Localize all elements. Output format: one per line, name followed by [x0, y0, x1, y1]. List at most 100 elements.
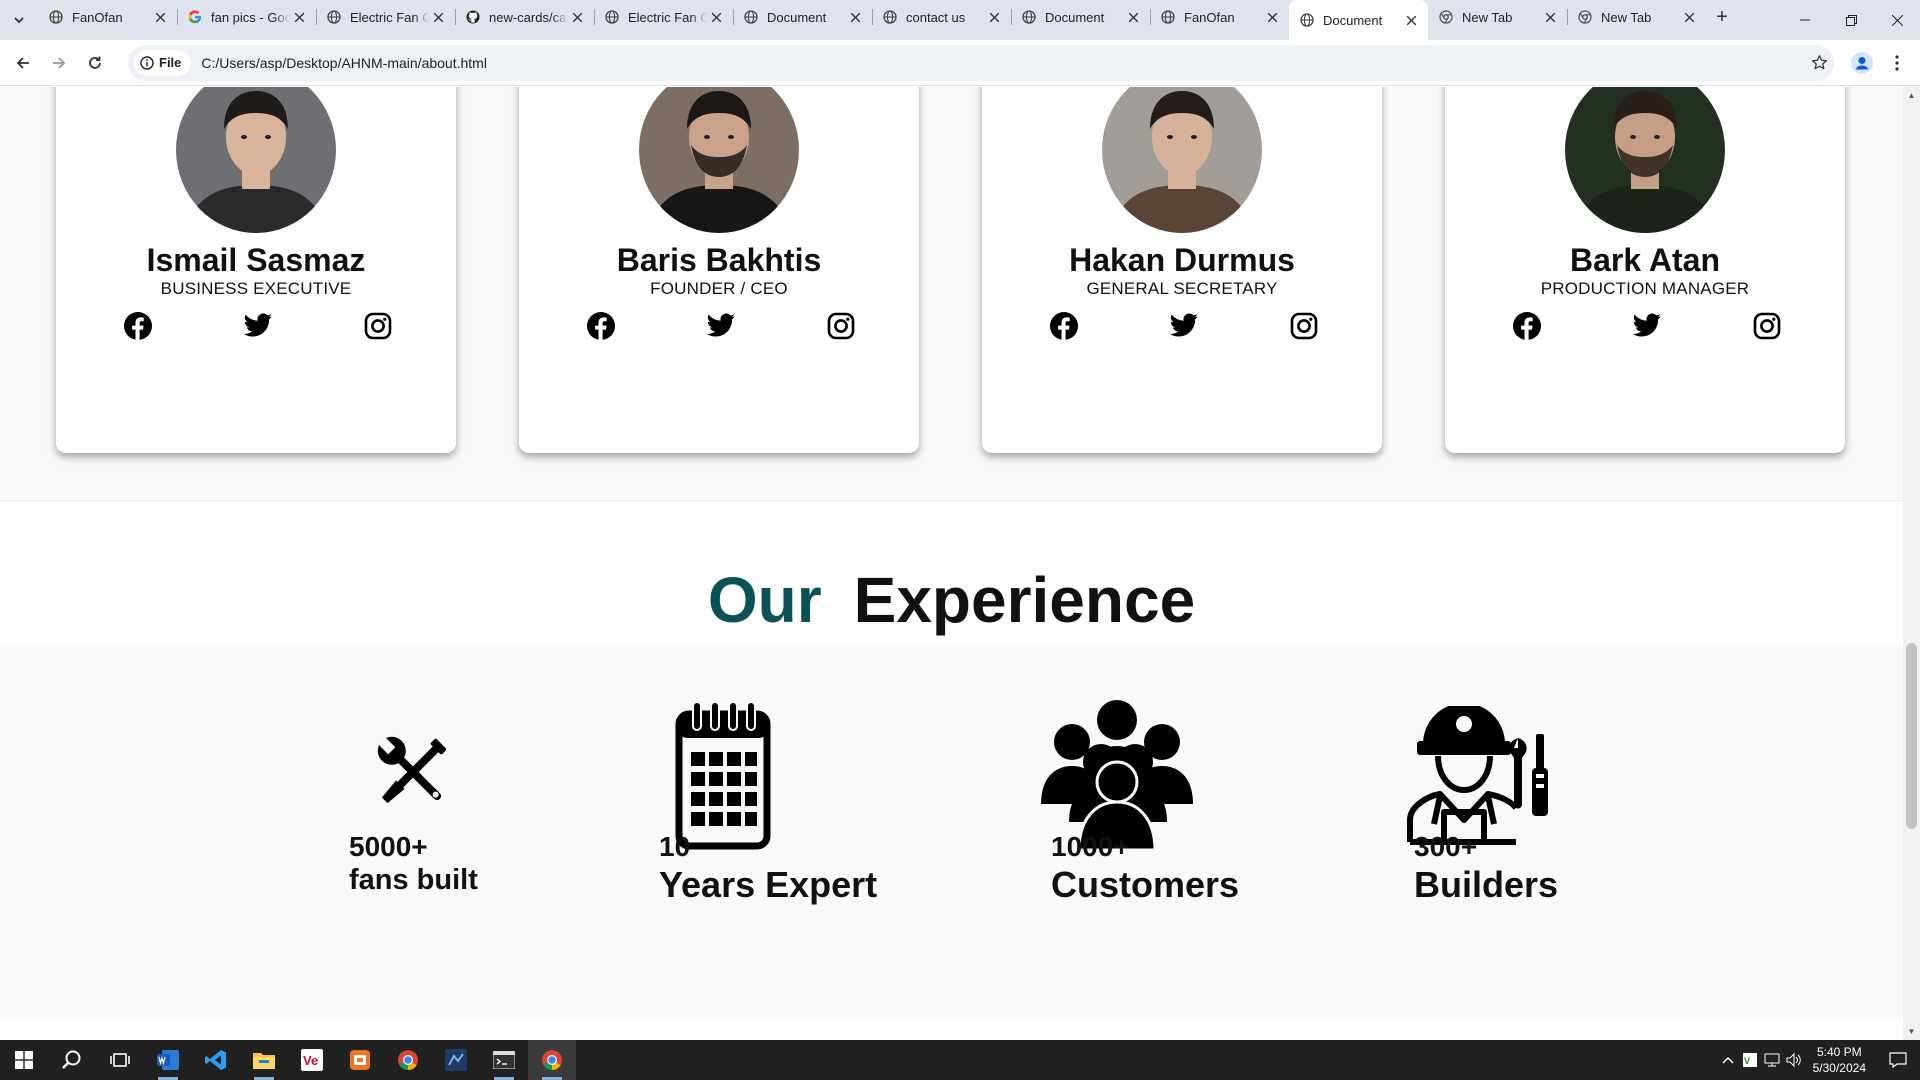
browser-tab[interactable]: Document [1011, 0, 1150, 34]
close-window-button[interactable] [1874, 0, 1920, 40]
globe-icon [882, 9, 898, 25]
tab-close-button[interactable] [985, 8, 1003, 26]
close-icon [155, 12, 165, 22]
back-button[interactable] [6, 46, 40, 80]
minimize-button[interactable] [1782, 0, 1828, 40]
svg-text:Ve: Ve [303, 1053, 318, 1068]
taskbar-terminal[interactable] [480, 1040, 528, 1080]
facebook-link[interactable] [585, 310, 617, 342]
site-info-chip[interactable]: File [134, 49, 192, 76]
clock-time: 5:40 PM [1816, 1045, 1862, 1059]
taskbar-chrome[interactable] [384, 1040, 432, 1080]
twitter-link[interactable] [705, 310, 737, 342]
svg-text:V: V [1744, 1056, 1750, 1066]
tab-title: contact us [906, 9, 966, 25]
tools-icon [367, 726, 459, 818]
scrollbar-thumb[interactable] [1906, 643, 1917, 829]
instagram-link[interactable] [1288, 310, 1320, 342]
tab-close-button[interactable] [290, 8, 308, 26]
taskbar-word[interactable] [144, 1040, 192, 1080]
profile-icon [1851, 51, 1873, 74]
twitter-link[interactable] [1168, 310, 1200, 342]
tab-close-button[interactable] [568, 8, 586, 26]
instagram-link[interactable] [362, 310, 394, 342]
restore-button[interactable] [1828, 0, 1874, 40]
scroll-down-arrow[interactable]: ▼ [1903, 1023, 1920, 1040]
browser-tab[interactable]: fan pics - Google Search [177, 0, 316, 34]
facebook-link[interactable] [122, 310, 154, 342]
url-text[interactable]: C:/Users/asp/Desktop/AHNM-main/about.htm… [201, 55, 1804, 71]
tab-close-button[interactable] [151, 8, 169, 26]
tab-title: Electric Fan Company [628, 9, 707, 25]
tray-overflow-button[interactable] [1717, 1056, 1739, 1064]
tray-app-icon[interactable]: V [1739, 1053, 1761, 1067]
experience-heading-accent: Our [707, 564, 822, 636]
scroll-up-arrow[interactable]: ▲ [1903, 87, 1920, 104]
arrow-right-icon [53, 56, 66, 69]
clock-date: 5/30/2024 [1812, 1061, 1866, 1075]
volume-button[interactable] [1783, 1053, 1805, 1067]
member-social-links [1445, 310, 1845, 346]
tab-close-button[interactable] [1263, 8, 1281, 26]
reload-button[interactable] [78, 46, 112, 80]
tab-close-button[interactable] [1402, 11, 1420, 29]
taskbar-app-orange[interactable] [336, 1040, 384, 1080]
notification-center-button[interactable] [1876, 1040, 1920, 1080]
stat-label: Builders [1414, 864, 1559, 905]
browser-tab[interactable]: Electric Fan Company [594, 0, 733, 34]
browser-tab[interactable]: FanOfan [38, 0, 177, 34]
tab-title: fan pics - Google Search [211, 9, 290, 25]
tab-close-button[interactable] [1124, 8, 1142, 26]
taskbar-app-ve[interactable]: Ve [288, 1040, 336, 1080]
instagram-link[interactable] [825, 310, 857, 342]
tab-search-button[interactable] [0, 0, 38, 40]
twitter-link[interactable] [242, 310, 274, 342]
profile-button[interactable] [1842, 51, 1882, 74]
browser-menu-button[interactable] [1882, 54, 1912, 71]
stat-number: 10 [659, 831, 691, 862]
twitter-icon [243, 313, 273, 339]
tab-close-button[interactable] [1541, 8, 1559, 26]
browser-tab[interactable]: Document [1289, 0, 1428, 40]
facebook-link[interactable] [1511, 310, 1543, 342]
app-blue-icon [445, 1049, 467, 1071]
vertical-scrollbar[interactable]: ▲ ▼ [1903, 87, 1920, 1040]
member-social-links [982, 310, 1382, 346]
plus-icon: + [1716, 5, 1728, 28]
tab-close-button[interactable] [1680, 8, 1698, 26]
vscode-icon [205, 1050, 226, 1070]
browser-tab[interactable]: Electric Fan Company [316, 0, 455, 34]
close-icon [433, 12, 443, 22]
taskbar-vscode[interactable] [192, 1040, 240, 1080]
word-icon [157, 1050, 179, 1070]
member-name: Baris Bakhtis [616, 242, 822, 278]
bookmark-button[interactable] [1804, 54, 1834, 71]
tab-close-button[interactable] [429, 8, 447, 26]
stat-number: 5000+ [349, 831, 428, 862]
new-tab-button[interactable]: + [1706, 0, 1738, 34]
start-button[interactable] [0, 1040, 48, 1080]
browser-tab[interactable]: New Tab [1428, 0, 1567, 34]
network-button[interactable] [1761, 1053, 1783, 1067]
close-icon [1406, 15, 1416, 25]
browser-tab[interactable]: New Tab [1567, 0, 1706, 34]
taskbar-file-explorer[interactable] [240, 1040, 288, 1080]
taskbar-app-blue[interactable] [432, 1040, 480, 1080]
browser-tab[interactable]: contact us [872, 0, 1011, 34]
windows-start-icon [15, 1051, 33, 1069]
browser-tab[interactable]: new-cards/cards [455, 0, 594, 34]
task-view-icon [110, 1053, 130, 1067]
forward-button[interactable] [42, 46, 76, 80]
browser-tab[interactable]: Document [733, 0, 872, 34]
tab-close-button[interactable] [707, 8, 725, 26]
facebook-link[interactable] [1048, 310, 1080, 342]
browser-tab[interactable]: FanOfan [1150, 0, 1289, 34]
taskbar-clock[interactable]: 5:40 PM 5/30/2024 [1813, 1044, 1866, 1076]
twitter-link[interactable] [1631, 310, 1663, 342]
instagram-link[interactable] [1751, 310, 1783, 342]
taskbar-chrome-active[interactable] [528, 1040, 576, 1080]
taskbar-search-button[interactable] [48, 1040, 96, 1080]
tab-close-button[interactable] [846, 8, 864, 26]
address-bar[interactable]: File C:/Users/asp/Desktop/AHNM-main/abou… [128, 44, 1834, 81]
task-view-button[interactable] [96, 1040, 144, 1080]
